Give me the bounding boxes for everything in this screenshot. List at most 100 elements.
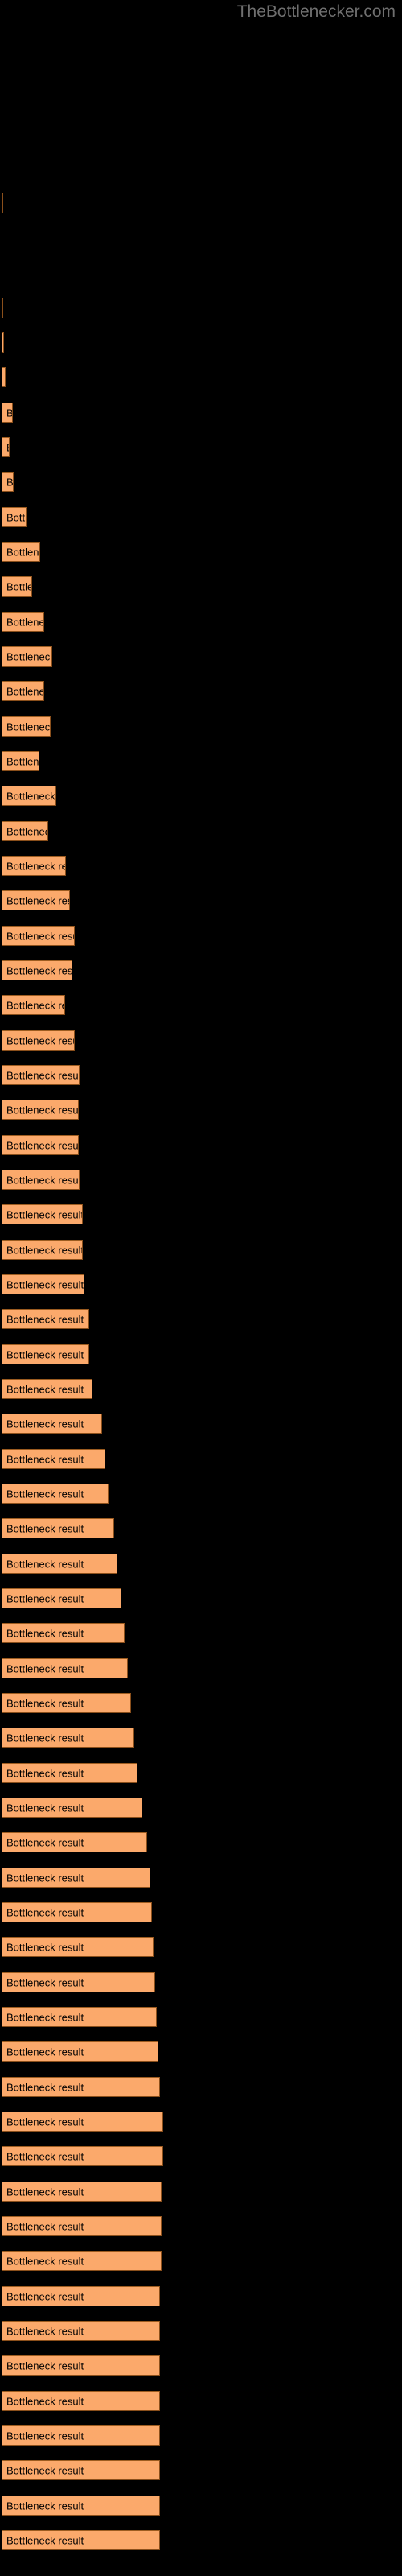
bar[interactable]: Bottleneck result (2, 1868, 150, 1888)
bar[interactable]: Bottleneck result (2, 332, 4, 353)
bar-label: Bottleneck result (6, 825, 47, 837)
bar[interactable]: Bottleneck result (2, 1449, 105, 1469)
bar[interactable]: Bottleneck result (2, 2216, 162, 2236)
bar-label: Bottleneck result (6, 1313, 84, 1325)
bar[interactable]: Bottleneck result (2, 1100, 79, 1120)
bar[interactable]: Bottleneck result (2, 2355, 160, 2376)
bar[interactable]: Bottleneck result (2, 1588, 121, 1608)
bar[interactable]: Bottleneck result (2, 1030, 75, 1051)
bar-label: Bottleneck result (6, 2186, 84, 2198)
bar[interactable]: Bottleneck result (2, 2496, 160, 2516)
bar-label: Bottleneck result (6, 790, 55, 802)
bar[interactable]: Bottleneck result (2, 472, 14, 492)
bar[interactable]: Bottleneck result (2, 1658, 128, 1678)
bar[interactable]: Bottleneck result (2, 2425, 160, 2446)
bar-label: Bottleneck result (6, 1627, 84, 1639)
bar[interactable]: Bottleneck result (2, 646, 52, 667)
bar-label: Bottleneck result (6, 476, 14, 488)
bar[interactable]: Bottleneck result (2, 1135, 79, 1155)
bar-label: Bottleneck result (6, 1418, 84, 1430)
bar-label: Bottleneck result (6, 999, 64, 1011)
bar[interactable]: Bottleneck result (2, 1274, 84, 1294)
bar[interactable]: Bottleneck result (2, 2007, 157, 2027)
bar[interactable]: Bottleneck result (2, 1065, 80, 1085)
bar-label: Bottleneck result (6, 2429, 84, 2442)
bar[interactable]: Bottleneck result (2, 1763, 137, 1783)
bar-label: Bottleneck result (6, 580, 31, 592)
bar[interactable]: Bottleneck result (2, 1518, 114, 1538)
bar[interactable]: Bottleneck result (2, 1937, 154, 1957)
bar[interactable]: Bottleneck result (2, 507, 27, 527)
bar-label: Bottleneck result (6, 860, 65, 872)
bar[interactable]: Bottleneck result (2, 1554, 117, 1574)
bar-label: Bottleneck result (6, 1697, 84, 1709)
bar[interactable]: Bottleneck result (2, 890, 70, 910)
bar[interactable]: Bottleneck result (2, 1484, 109, 1504)
bar-label: Bottleneck result (6, 511, 27, 523)
bar-label: Bottleneck result (6, 2011, 84, 2023)
bar-label: Bottleneck result (6, 1208, 83, 1220)
bar[interactable]: Bottleneck result (2, 2182, 162, 2202)
bar-label: Bottleneck result (6, 1139, 79, 1151)
bar-label: Bottleneck result (6, 2395, 84, 2407)
bar[interactable]: Bottleneck result (2, 2112, 163, 2132)
bar[interactable]: Bottleneck result (2, 1240, 83, 1260)
bar[interactable]: Bottleneck result (2, 402, 13, 423)
bar-label: Bottleneck result (6, 1244, 83, 1256)
bar[interactable]: Bottleneck result (2, 995, 65, 1015)
bar-label: Bottleneck result (6, 1941, 84, 1953)
bar-label: Bottleneck result (6, 2255, 84, 2267)
bar[interactable]: Bottleneck result (2, 2041, 158, 2062)
bar[interactable]: Bottleneck result (2, 751, 39, 771)
bar[interactable]: Bottleneck result (2, 2391, 160, 2411)
bar-label: Bottleneck result (6, 650, 52, 663)
bar[interactable]: Bottleneck result (2, 1832, 147, 1852)
bar[interactable]: Bottleneck result (2, 1693, 131, 1713)
bar[interactable]: Bottleneck result (2, 367, 6, 387)
bar[interactable]: Bottleneck result (2, 193, 3, 213)
bar-label: Bottleneck result (6, 1767, 84, 1779)
bar[interactable]: Bottleneck result (2, 716, 51, 737)
bar[interactable]: Bottleneck result (2, 1623, 125, 1643)
bar[interactable]: Bottleneck result (2, 2321, 160, 2341)
bar[interactable]: Bottleneck result (2, 1414, 102, 1434)
bar[interactable]: Bottleneck result (2, 612, 44, 632)
bar[interactable]: Bottleneck result (2, 856, 66, 876)
bar[interactable]: Bottleneck result (2, 2530, 160, 2550)
bar[interactable]: Bottleneck result (2, 542, 40, 562)
bar[interactable]: Bottleneck result (2, 926, 75, 946)
bar[interactable]: Bottleneck result (2, 1344, 89, 1364)
bar-label: Bottleneck result (6, 2046, 84, 2058)
bar[interactable]: Bottleneck result (2, 2460, 160, 2480)
bar[interactable]: Bottleneck result (2, 2077, 160, 2097)
bar[interactable]: Bottleneck result (2, 1170, 80, 1190)
bar-label: Bottleneck result (6, 964, 72, 976)
bar-label: Bottleneck result (6, 1592, 84, 1604)
bar[interactable]: Bottleneck result (2, 681, 44, 701)
bar-label: Bottleneck result (6, 1802, 84, 1814)
bar[interactable]: Bottleneck result (2, 2286, 160, 2306)
bar-chart-plot-area: Bottleneck result Bottleneck result Bottle… (0, 0, 402, 2576)
bar[interactable]: Bottleneck result (2, 821, 48, 841)
bar[interactable]: Bottleneck result (2, 1902, 152, 1922)
bar[interactable]: Bottleneck result (2, 298, 3, 318)
bar-label: Bottleneck result (6, 2081, 84, 2093)
bar[interactable]: Bottleneck result (2, 1798, 142, 1818)
bar-label: Bottleneck result (6, 2359, 84, 2372)
bar[interactable]: Bottleneck result (2, 960, 72, 980)
bar[interactable]: Bottleneck result (2, 1309, 89, 1329)
bar-label: Bottleneck result (6, 1348, 84, 1360)
bar-label: Bottleneck result (6, 1836, 84, 1848)
bar[interactable]: Bottleneck result (2, 1204, 83, 1224)
bar-label: Bottleneck result (6, 1104, 79, 1116)
bar[interactable]: Bottleneck result (2, 2146, 163, 2166)
bar[interactable]: Bottleneck result (2, 576, 32, 597)
bar-label: Bottleneck result (6, 407, 13, 419)
bar[interactable]: Bottleneck result (2, 786, 56, 806)
bar[interactable]: Bottleneck result (2, 1972, 155, 1992)
bar-label: Bottleneck result (6, 616, 44, 628)
bar[interactable]: Bottleneck result (2, 2251, 162, 2271)
bar[interactable]: Bottleneck result (2, 1728, 134, 1748)
bar[interactable]: Bottleneck result (2, 437, 10, 457)
bar[interactable]: Bottleneck result (2, 1379, 92, 1399)
